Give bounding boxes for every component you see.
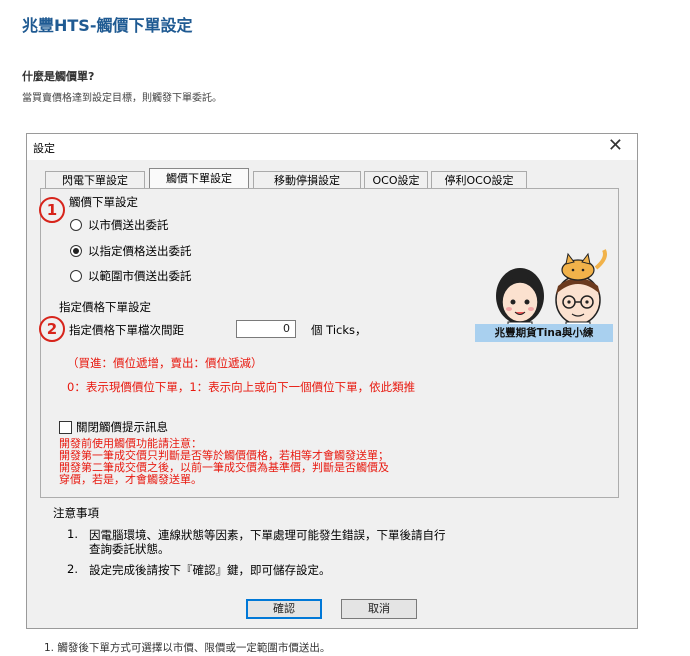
disable-alert-checkbox[interactable] <box>59 421 72 434</box>
note-1-number: 1. <box>67 527 78 541</box>
settings-dialog: 設定 ✕ 閃電下單設定 觸價下單設定 移動停損設定 OCO設定 停利OCO設定 … <box>26 133 638 629</box>
question-description: 當買賣價格達到設定目標，則觸發下單委託。 <box>22 93 222 104</box>
dialog-title: 設定 <box>33 142 55 155</box>
tab-oco[interactable]: OCO設定 <box>364 171 428 188</box>
question-title: 什麼是觸價單? <box>22 70 95 83</box>
section2-heading: 指定價格下單設定 <box>59 300 151 314</box>
tab-take-profit-oco[interactable]: 停利OCO設定 <box>431 171 527 188</box>
disable-alert-label: 關閉觸價提示訊息 <box>76 420 168 434</box>
direction-note: （買進：價位遞增，賣出：價位遞減） <box>67 356 263 370</box>
close-icon[interactable]: ✕ <box>608 136 623 156</box>
confirm-button[interactable]: 確認 <box>246 599 322 619</box>
warning-line-1: 開發前使用觸價功能請注意： <box>59 437 202 450</box>
note-2-number: 2. <box>67 562 78 576</box>
tick-unit-label: 個 Ticks， <box>311 323 367 337</box>
notes-heading: 注意事項 <box>53 506 99 520</box>
note-2-text: 設定完成後請按下『確認』鍵，即可儲存設定。 <box>89 563 331 577</box>
tick-spacing-input[interactable]: 0 <box>236 320 296 338</box>
radio-range-market-price[interactable] <box>70 270 82 282</box>
warning-line-3: 開發第二筆成交價之後，以前一筆成交價為基準價，判斷是否觸價及 <box>59 461 389 474</box>
warning-line-4: 穿價，若是，才會觸發送單。 <box>59 473 202 486</box>
option-specified-price-label: 以指定價格送出委託 <box>88 244 192 258</box>
dialog-titlebar: 設定 ✕ <box>27 134 637 160</box>
sticker-caption: 兆豐期貨Tina與小練 <box>475 324 613 342</box>
warning-line-2: 開發第一筆成交價只判斷是否等於觸價價格，若相等才會觸發送單； <box>59 449 389 462</box>
cancel-button[interactable]: 取消 <box>341 599 417 619</box>
marker-2: 2 <box>39 316 65 342</box>
tick-explanation-note: 0：表示現價價位下單，1：表示向上或向下一個價位下單，依此類推 <box>67 380 416 394</box>
tab-lightning-order[interactable]: 閃電下單設定 <box>45 171 145 188</box>
page-title: 兆豐HTS-觸價下單設定 <box>22 16 193 35</box>
radio-specified-price[interactable] <box>70 245 82 257</box>
footnote: 1. 觸發後下單方式可選擇以市價、限價或一定範圍市價送出。 <box>44 642 331 654</box>
tick-spacing-label: 指定價格下單檔次間距 <box>69 323 184 337</box>
marker-1: 1 <box>39 197 65 223</box>
tab-touch-price-order[interactable]: 觸價下單設定 <box>149 168 249 189</box>
tab-trailing-stop[interactable]: 移動停損設定 <box>253 171 361 188</box>
radio-market-price[interactable] <box>70 219 82 231</box>
option-range-market-price-label: 以範圍市價送出委託 <box>88 269 192 283</box>
option-market-price-label: 以市價送出委託 <box>88 218 169 232</box>
section1-heading: 觸價下單設定 <box>69 195 138 209</box>
note-1-continued: 查詢委託狀態。 <box>89 542 170 556</box>
